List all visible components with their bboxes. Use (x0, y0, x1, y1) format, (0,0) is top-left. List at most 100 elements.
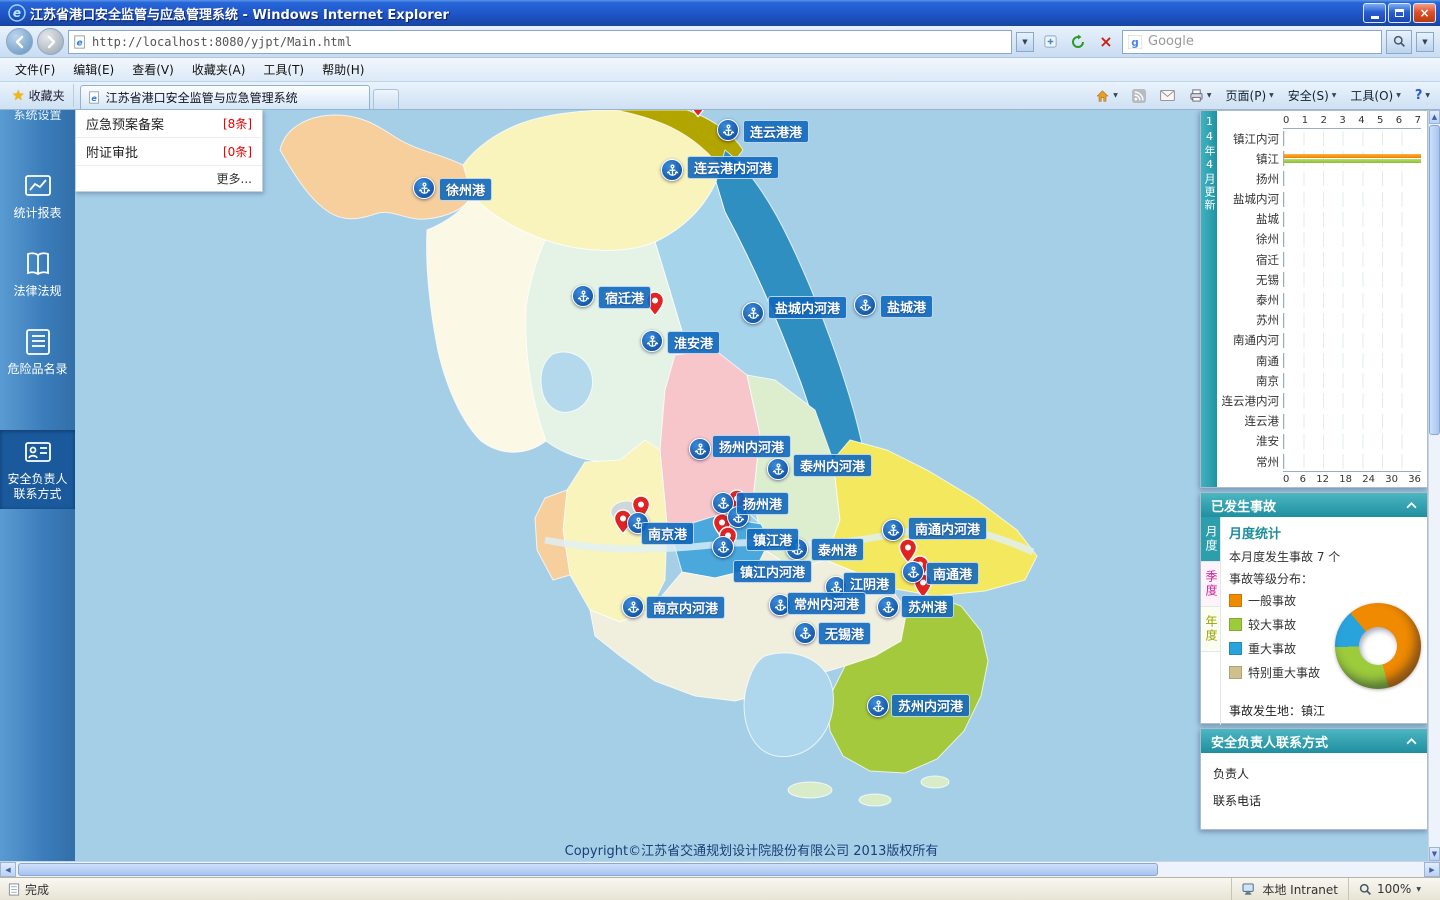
menu-item[interactable]: 工具(T) (254, 58, 313, 81)
command-button[interactable]: 安全(S) ▼ (1282, 84, 1343, 107)
search-go-button[interactable] (1386, 29, 1412, 54)
sidebar-item-contact[interactable]: 安全负责人 联系方式 (0, 430, 75, 509)
new-tab-button[interactable] (372, 89, 399, 109)
port-label[interactable]: 常州内河港 (787, 592, 867, 615)
sidebar-item-list[interactable]: 危险品名录 (0, 320, 75, 384)
map-area[interactable]: 连云港港连云港内河港徐州港宿迁港 淮安港 盐城内河港 盐城港扬州内河港 泰州内河港 扬州港… (75, 110, 1428, 861)
sidebar-item-system-settings[interactable]: 系统设置 (0, 110, 75, 120)
port-label[interactable]: 泰州内河港 (793, 454, 873, 477)
search-input[interactable]: g Google (1122, 29, 1382, 54)
port-anchor-marker[interactable] (689, 438, 711, 460)
menu-item[interactable]: 收藏夹(A) (183, 58, 255, 81)
port-anchor-marker[interactable] (641, 330, 663, 352)
port-label[interactable]: 盐城内河港 (768, 296, 848, 319)
restore-button[interactable] (1388, 3, 1411, 23)
port-label[interactable]: 宿迁港 (598, 286, 652, 309)
port-anchor-marker[interactable] (622, 596, 644, 618)
contact-panel-header[interactable]: 安全负责人联系方式 (1201, 729, 1427, 753)
command-button[interactable]: 页面(P) ▼ (1220, 84, 1280, 107)
address-input[interactable]: e http://localhost:8080/yjpt/Main.html (68, 29, 1012, 54)
compatibility-view-button[interactable] (1038, 30, 1062, 54)
port-label[interactable]: 无锡港 (818, 622, 872, 645)
port-anchor-marker[interactable] (742, 302, 764, 324)
port-anchor-marker[interactable] (794, 622, 816, 644)
port-label[interactable]: 徐州港 (439, 178, 493, 201)
more-link[interactable]: 更多... (76, 166, 262, 191)
status-text: 完成 (25, 882, 50, 897)
menu-item[interactable]: 查看(V) (123, 58, 183, 81)
vertical-scroll-thumb[interactable] (1429, 125, 1440, 435)
port-anchor-marker[interactable] (767, 458, 789, 480)
port-anchor-marker[interactable] (717, 119, 739, 141)
period-tab-quarter[interactable]: 季度 (1201, 562, 1220, 607)
port-anchor-marker[interactable] (572, 285, 594, 307)
port-anchor-marker[interactable] (712, 536, 734, 558)
help-button[interactable]: ? ▼ (1409, 85, 1436, 106)
read-mail-button[interactable] (1154, 87, 1181, 104)
quick-panel-row[interactable]: 应急预案备案 [8条] (76, 110, 262, 138)
port-anchor-marker[interactable] (854, 294, 876, 316)
collapse-icon[interactable] (1406, 498, 1417, 513)
address-dropdown-button[interactable]: ▼ (1016, 31, 1034, 52)
accident-pin[interactable] (688, 110, 708, 118)
scroll-right-button[interactable]: ▶ (1424, 862, 1440, 877)
refresh-button[interactable] (1066, 30, 1090, 54)
print-button[interactable]: ▼ (1183, 86, 1218, 105)
sidebar-item-book[interactable]: 法律法规 (0, 242, 75, 306)
forward-button[interactable] (37, 28, 64, 55)
minimize-button[interactable] (1363, 3, 1386, 23)
scroll-down-button[interactable]: ▼ (1429, 847, 1440, 861)
favorites-button[interactable]: ★ 收藏夹 (4, 84, 74, 107)
port-label[interactable]: 扬州港 (736, 492, 790, 515)
stop-button[interactable]: × (1094, 30, 1118, 54)
feeds-button[interactable] (1126, 86, 1152, 106)
menu-item[interactable]: 帮助(H) (313, 58, 373, 81)
port-label[interactable]: 淮安港 (667, 331, 721, 354)
menu-item[interactable]: 编辑(E) (64, 58, 123, 81)
port-label[interactable]: 苏州港 (901, 595, 955, 618)
zoom-level: 100% (1377, 882, 1412, 896)
home-button[interactable]: ▼ (1089, 86, 1124, 106)
port-label[interactable]: 镇江港 (746, 528, 800, 551)
close-button[interactable]: × (1413, 3, 1436, 23)
port-label[interactable]: 连云港内河港 (687, 156, 780, 179)
period-tab-month[interactable]: 月度 (1201, 517, 1220, 562)
port-anchor-marker[interactable] (867, 695, 889, 717)
port-anchor-marker[interactable] (413, 177, 435, 199)
zoom-control[interactable]: 100% ▼ (1348, 878, 1440, 900)
port-label[interactable]: 南京港 (641, 522, 695, 545)
search-dropdown-button[interactable]: ▼ (1416, 31, 1434, 52)
port-label[interactable]: 南通港 (926, 562, 980, 585)
port-label[interactable]: 南通内河港 (908, 517, 988, 540)
collapse-icon[interactable] (1406, 734, 1417, 749)
quick-panel-row[interactable]: 附证审批 [0条] (76, 138, 262, 166)
sidebar-item-chart[interactable]: 统计报表 (0, 164, 75, 228)
scroll-left-button[interactable]: ◀ (0, 862, 16, 877)
port-label[interactable]: 扬州内河港 (712, 435, 792, 458)
back-button[interactable] (6, 28, 33, 55)
port-anchor-marker[interactable] (877, 596, 899, 618)
port-anchor-marker[interactable] (661, 159, 683, 181)
menu-item[interactable]: 文件(F) (6, 58, 64, 81)
period-tab-year[interactable]: 年度 (1201, 607, 1220, 652)
zoom-dropdown-icon[interactable]: ▼ (1416, 886, 1421, 893)
chevron-down-icon: ▼ (1331, 92, 1337, 99)
chart-row: 徐州 (1219, 231, 1421, 247)
url-text: http://localhost:8080/yjpt/Main.html (92, 34, 353, 49)
horizontal-scrollbar[interactable]: ◀ ▶ (0, 861, 1440, 877)
horizontal-scroll-thumb[interactable] (18, 863, 1158, 876)
browser-tab[interactable]: e 江苏省港口安全监管与应急管理系统 (79, 85, 370, 109)
port-anchor-marker[interactable] (902, 561, 924, 583)
port-label[interactable]: 盐城港 (880, 295, 934, 318)
port-label[interactable]: 镇江内河港 (733, 560, 813, 583)
accident-panel-header[interactable]: 已发生事故 (1201, 493, 1427, 517)
port-label[interactable]: 苏州内河港 (891, 694, 971, 717)
command-button[interactable]: 工具(O) ▼ (1344, 84, 1406, 107)
port-label[interactable]: 南京内河港 (646, 596, 726, 619)
port-anchor-marker[interactable] (882, 519, 904, 541)
port-label[interactable]: 连云港港 (743, 120, 810, 143)
vertical-scrollbar[interactable]: ▲ ▼ (1428, 110, 1440, 861)
legend-swatch (1229, 594, 1242, 607)
scroll-up-button[interactable]: ▲ (1429, 110, 1440, 124)
port-label[interactable]: 泰州港 (811, 538, 865, 561)
